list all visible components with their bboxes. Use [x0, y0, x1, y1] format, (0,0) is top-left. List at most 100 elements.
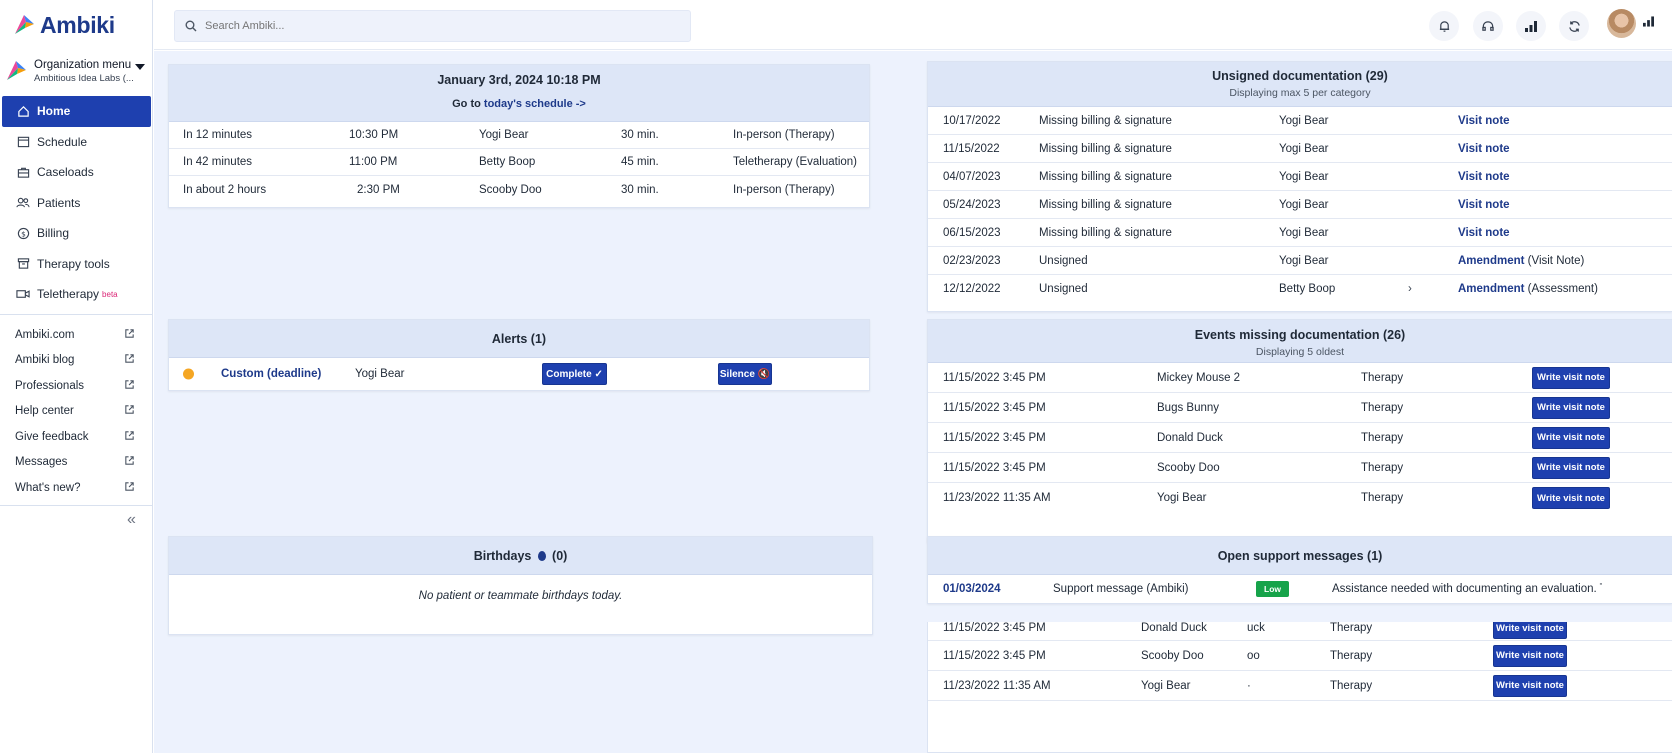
nav-label: Home [37, 104, 71, 119]
refresh-icon [1568, 20, 1580, 32]
dollar-icon: $ [16, 226, 30, 240]
nav-item-schedule[interactable]: Schedule [0, 127, 153, 158]
home-icon [16, 104, 30, 118]
link-whats-new[interactable]: What's new? [0, 475, 153, 501]
nav-item-home[interactable]: Home [2, 96, 151, 127]
app-name: Ambiki [40, 11, 115, 38]
org-logo-icon [7, 61, 26, 80]
nav-item-caseloads[interactable]: Caseloads [0, 157, 153, 188]
write-visit-note-button[interactable]: Write visit note [1493, 674, 1567, 697]
support-subject: Support message (Ambiki) [1053, 583, 1189, 595]
search-input[interactable] [205, 20, 665, 32]
table-row[interactable]: 11/15/2022 Missing billing & signature Y… [928, 135, 1672, 163]
nav-item-therapy-tools[interactable]: Therapy tools [0, 249, 153, 280]
chevron-right-icon: › [1408, 283, 1412, 295]
signal-bars-icon[interactable] [1643, 16, 1654, 30]
table-row[interactable]: 11/15/2022 3:45 PM Mickey Mouse 2 Therap… [928, 363, 1672, 393]
video-icon [16, 287, 30, 301]
table-row[interactable]: 11/15/2022 3:45 PM Donald Duck uck Thera… [928, 622, 1672, 641]
todays-schedule-link[interactable]: today's schedule -> [484, 98, 586, 110]
link-help-center[interactable]: Help center [0, 399, 153, 425]
external-link-icon [124, 328, 135, 342]
silence-button[interactable]: Silence 🔇 [718, 363, 772, 385]
table-row[interactable]: 11/15/2022 3:45 PM Bugs Bunny Therapy Wr… [928, 393, 1672, 423]
table-row[interactable]: 11/15/2022 3:45 PM Scooby Doo Therapy Wr… [928, 453, 1672, 483]
organization-menu[interactable]: Organization menu Ambitious Idea Labs (.… [0, 52, 153, 90]
schedule-title: January 3rd, 2024 10:18 PM [437, 73, 601, 87]
support-date-link[interactable]: 01/03/2024 [943, 583, 1001, 595]
schedule-row[interactable]: In 12 minutes 10:30 PM Yogi Bear 30 min.… [169, 122, 869, 149]
table-row[interactable]: 10/17/2022 Missing billing & signature Y… [928, 107, 1672, 135]
nav-label: Schedule [37, 134, 88, 149]
nav-label: Patients [37, 195, 81, 210]
svg-text:$: $ [21, 229, 26, 238]
ambiki-logo[interactable]: Ambiki [12, 10, 115, 40]
divider [0, 314, 153, 315]
schedule-row[interactable]: In 42 minutes 11:00 PM Betty Boop 45 min… [169, 149, 869, 176]
birthdays-title: Birthdays [473, 549, 532, 563]
nav-item-billing[interactable]: $ Billing [0, 218, 153, 249]
link-give-feedback[interactable]: Give feedback [0, 424, 153, 450]
external-link-icon [124, 404, 135, 418]
write-visit-note-button[interactable]: Write visit note [1532, 456, 1610, 479]
org-subtitle: Ambitious Idea Labs (... [34, 72, 134, 84]
amendment-link[interactable]: Amendment [1458, 283, 1524, 295]
complete-button[interactable]: Complete ✓ [542, 363, 607, 385]
write-visit-note-button[interactable]: Write visit note [1493, 622, 1567, 639]
notifications-button[interactable] [1429, 11, 1459, 41]
alert-name[interactable]: Custom (deadline) [221, 368, 321, 380]
search-bar[interactable] [174, 10, 691, 42]
support-message-row[interactable]: 01/03/2024 Support message (Ambiki) Low … [928, 575, 1672, 603]
support-button[interactable] [1473, 11, 1503, 41]
alert-status-dot [183, 368, 194, 380]
table-row[interactable]: 12/12/2022 Unsigned Betty Boop › Amendme… [928, 275, 1672, 303]
users-icon [16, 196, 30, 210]
bell-icon [1439, 20, 1449, 32]
schedule-row[interactable]: In about 2 hours 2:30 PM Scooby Doo 30 m… [169, 176, 869, 203]
alert-patient: Yogi Bear [355, 368, 405, 380]
visit-note-link[interactable]: Visit note [1458, 171, 1510, 183]
write-visit-note-button[interactable]: Write visit note [1532, 396, 1610, 419]
priority-badge: Low [1256, 581, 1289, 597]
nav-item-patients[interactable]: Patients [0, 188, 153, 219]
write-visit-note-button[interactable]: Write visit note [1532, 487, 1610, 509]
table-row[interactable]: 11/15/2022 3:45 PM Scooby Doo oo Therapy… [928, 641, 1672, 671]
briefcase-icon [16, 165, 30, 179]
support-icon [1482, 20, 1494, 31]
table-row[interactable]: 11/15/2022 3:45 PM Donald Duck Therapy W… [928, 423, 1672, 453]
collapse-sidebar-icon[interactable]: « [127, 511, 136, 529]
calendar-icon [16, 135, 30, 149]
visit-note-link[interactable]: Visit note [1458, 143, 1510, 155]
nav-label: Caseloads [37, 165, 94, 180]
open-support-messages-card: Open support messages (1) 01/03/2024 Sup… [927, 536, 1672, 604]
amendment-link[interactable]: Amendment [1458, 255, 1524, 267]
table-row[interactable]: 06/15/2023 Missing billing & signature Y… [928, 219, 1672, 247]
unsigned-title: Unsigned documentation (29) [1212, 69, 1388, 83]
events-missing-documentation-card: Events missing documentation (26) Displa… [927, 319, 1672, 543]
write-visit-note-button[interactable]: Write visit note [1532, 366, 1610, 389]
avatar[interactable] [1607, 9, 1636, 38]
link-professionals[interactable]: Professionals [0, 373, 153, 399]
write-visit-note-button[interactable]: Write visit note [1493, 644, 1567, 667]
signal-button[interactable] [1516, 11, 1546, 41]
visit-note-link[interactable]: Visit note [1458, 199, 1510, 211]
write-visit-note-button[interactable]: Write visit note [1532, 426, 1610, 449]
link-ambiki-com[interactable]: Ambiki.com [0, 322, 153, 348]
table-row[interactable]: 02/23/2023 Unsigned Yogi Bear Amendment … [928, 247, 1672, 275]
table-row[interactable]: 05/24/2023 Missing billing & signature Y… [928, 191, 1672, 219]
refresh-button[interactable] [1559, 11, 1589, 41]
sidebar: Ambiki Organization menu Ambitious Idea … [0, 0, 153, 753]
visit-note-link[interactable]: Visit note [1458, 227, 1510, 239]
visit-note-link[interactable]: Visit note [1458, 115, 1510, 127]
signal-bars-icon [1525, 20, 1537, 32]
support-preview: Assistance needed with documenting an ev… [1332, 583, 1602, 595]
table-row[interactable]: 04/07/2023 Missing billing & signature Y… [928, 163, 1672, 191]
link-messages[interactable]: Messages [0, 450, 153, 476]
table-row[interactable]: 11/23/2022 11:35 AM Yogi Bear Therapy Wr… [928, 483, 1672, 513]
support-title: Open support messages (1) [1217, 549, 1383, 563]
table-row[interactable]: 11/23/2022 11:35 AM Yogi Bear · Therapy … [928, 671, 1672, 701]
nav-item-teletherapy[interactable]: Teletherapy beta [0, 279, 153, 310]
beta-badge: beta [102, 289, 118, 299]
main-nav: Home Schedule Caseloads Patients $ Billi… [0, 96, 153, 310]
link-ambiki-blog[interactable]: Ambiki blog [0, 348, 153, 374]
